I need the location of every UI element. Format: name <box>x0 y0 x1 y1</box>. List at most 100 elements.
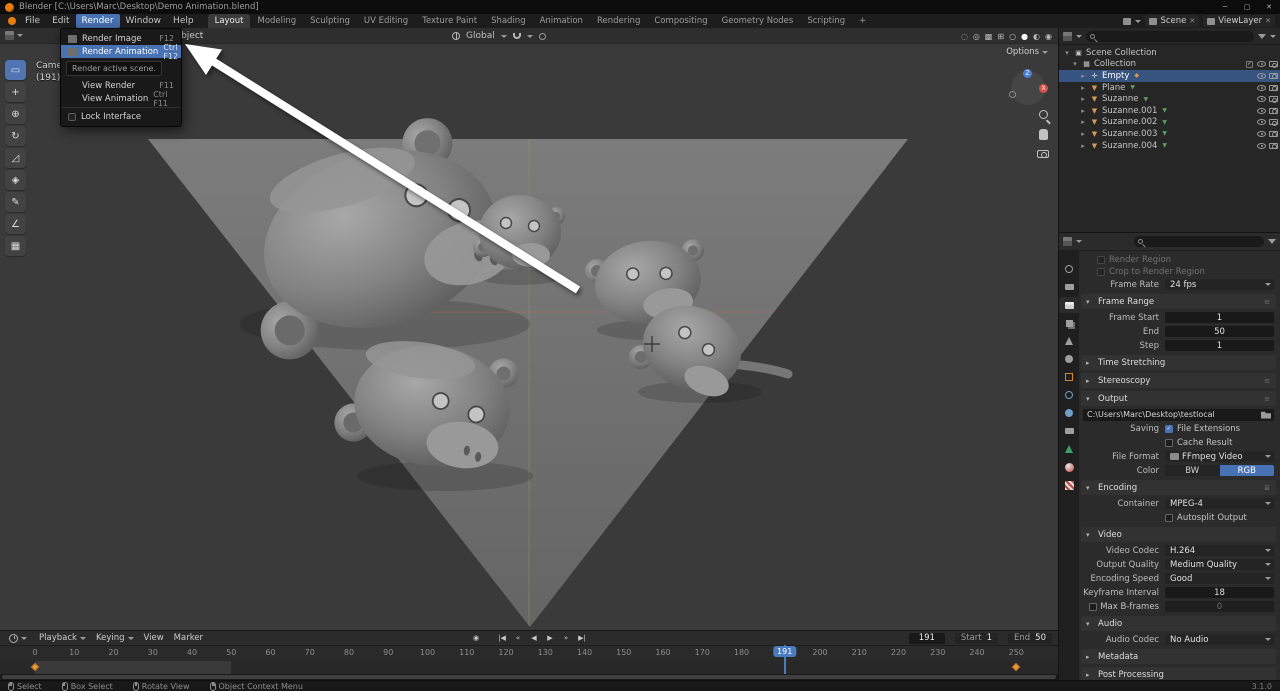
expand-caret-icon[interactable]: ▾ <box>1063 49 1071 57</box>
timeline-ruler-area[interactable]: 0 10 20 30 40 50 60 70 80 90 100 110 120 130 140 150 160… <box>0 645 1058 674</box>
proportional-editing-icon[interactable] <box>538 32 546 40</box>
playhead-frame-badge[interactable]: 191 <box>773 646 797 657</box>
field-keyframe-interval[interactable]: 18 <box>1165 587 1274 598</box>
outliner-object-suzanne-002[interactable]: ▸ ▼ Suzanne.002 ▼ <box>1059 117 1280 129</box>
properties-tab-scene[interactable] <box>1059 333 1079 349</box>
disable-in-render-icon[interactable] <box>1269 96 1278 103</box>
menu-item-lock-interface[interactable]: Lock Interface <box>61 110 181 123</box>
outliner-object-suzanne[interactable]: ▸ ▼ Suzanne ▼ <box>1059 93 1280 105</box>
workspace-tab-geometry-nodes[interactable]: Geometry Nodes <box>715 14 801 28</box>
properties-tab-output[interactable] <box>1059 297 1079 313</box>
collection-checkbox[interactable] <box>1246 60 1253 68</box>
blender-menu-icon[interactable] <box>4 15 19 27</box>
workspace-tab-layout[interactable]: Layout <box>207 14 251 28</box>
jump-to-end-button[interactable]: ▶| <box>576 632 588 644</box>
properties-tab-object[interactable] <box>1059 369 1079 385</box>
field-end[interactable]: 50 <box>1165 326 1274 337</box>
gizmo-x-axis[interactable]: X <box>1039 84 1048 93</box>
field-audio-codec[interactable]: No Audio <box>1165 634 1274 645</box>
menu-item-view-animation[interactable]: View Animation Ctrl F11 <box>61 90 181 108</box>
panel-header-video[interactable]: ▾ Video <box>1081 527 1276 542</box>
prev-keyframe-button[interactable]: « <box>512 632 524 644</box>
disable-in-render-icon[interactable] <box>1269 130 1278 138</box>
expand-caret-icon[interactable]: ▸ <box>1079 95 1087 103</box>
panel-header-time-stretching[interactable]: ▸ Time Stretching <box>1081 355 1276 370</box>
checkbox-autosplit-output[interactable] <box>1165 513 1173 522</box>
properties-tab-texture[interactable] <box>1059 477 1079 493</box>
current-frame-field[interactable]: 191 <box>908 632 945 644</box>
snap-magnet-icon[interactable] <box>512 33 521 39</box>
hide-in-viewport-icon[interactable] <box>1257 72 1266 79</box>
hide-in-viewport-icon[interactable] <box>1257 142 1266 149</box>
editor-type-selector[interactable] <box>5 31 23 40</box>
chevron-down-icon[interactable] <box>1076 240 1082 243</box>
checkbox-file-extensions[interactable]: ✓ <box>1165 424 1173 433</box>
options-dropdown[interactable]: Options <box>1006 47 1048 57</box>
workspace-add-button[interactable]: + <box>852 14 873 28</box>
shading-solid-icon[interactable]: ● <box>1021 32 1028 41</box>
properties-tab-material[interactable] <box>1059 459 1079 475</box>
tool-annotate-button[interactable]: ✎ <box>5 192 26 212</box>
outliner-object-plane[interactable]: ▸ ▼ Plane ▼ <box>1059 82 1280 94</box>
shading-material-icon[interactable]: ◐ <box>1033 32 1040 41</box>
outliner-object-empty[interactable]: ▸ ✛ Empty ◆ <box>1059 70 1280 82</box>
close-button[interactable]: ✕ <box>1258 0 1280 14</box>
viewport-3d[interactable]: Camera Perspective (191) ▭+⊕↻◿◈✎∠▦ Optio… <box>0 44 1058 630</box>
xray-icon[interactable]: ▩ <box>985 32 993 41</box>
gizmo-z-axis[interactable]: Z <box>1023 69 1032 78</box>
tool-add-cube-button[interactable]: ▦ <box>5 236 26 256</box>
panel-header-post-processing[interactable]: ▸ Post Processing <box>1081 667 1276 680</box>
keyframe-track[interactable] <box>0 661 1058 674</box>
workspace-tab-shading[interactable]: Shading <box>484 14 533 28</box>
properties-tab-modifiers[interactable] <box>1059 387 1079 403</box>
field-encoding-speed[interactable]: Good <box>1165 573 1274 584</box>
expand-caret-icon[interactable]: ▸ <box>1079 142 1087 150</box>
unlink-viewlayer-icon[interactable]: ✕ <box>1265 17 1271 25</box>
expand-caret-icon[interactable]: ▸ <box>1079 118 1087 126</box>
overlays-icon[interactable]: ◎ <box>973 32 980 41</box>
tool-cursor-button[interactable]: + <box>5 82 26 102</box>
play-reverse-button[interactable]: ◀ <box>528 632 540 644</box>
properties-search-input[interactable] <box>1134 236 1264 247</box>
viewport-3d-scene[interactable] <box>0 44 1058 630</box>
chevron-down-icon[interactable] <box>526 34 533 38</box>
expand-caret-icon[interactable]: ▾ <box>1071 60 1079 68</box>
timeline-editor-selector[interactable] <box>4 633 32 643</box>
tool-transform-button[interactable]: ◈ <box>5 170 26 190</box>
hide-in-viewport-icon[interactable] <box>1257 119 1266 126</box>
visibility-icon[interactable]: ◌ <box>961 32 968 41</box>
menu-window[interactable]: Window <box>120 14 168 28</box>
navigation-gizmo[interactable]: Z X <box>1009 69 1048 105</box>
properties-tab-constraints[interactable] <box>1059 423 1079 439</box>
preset-icon[interactable]: ≣ <box>1264 484 1271 492</box>
outliner-object-suzanne-004[interactable]: ▸ ▼ Suzanne.004 ▼ <box>1059 140 1280 152</box>
unlink-scene-icon[interactable]: ✕ <box>1189 17 1195 25</box>
disable-in-render-icon[interactable] <box>1269 72 1278 80</box>
panel-header-stereoscopy[interactable]: ▸ Stereoscopy ≡ <box>1081 373 1276 388</box>
filter-icon[interactable] <box>1258 33 1266 39</box>
menu-item-render-animation[interactable]: Render Animation Ctrl F12 <box>61 43 181 61</box>
frame-end-field[interactable]: End 50 <box>1008 632 1052 644</box>
disable-in-render-icon[interactable] <box>1269 61 1278 68</box>
workspace-tab-compositing[interactable]: Compositing <box>647 14 714 28</box>
properties-tab-render[interactable] <box>1059 279 1079 295</box>
menu-help[interactable]: Help <box>167 14 200 28</box>
shading-wireframe-icon[interactable]: ○ <box>1009 32 1016 41</box>
chevron-down-icon[interactable] <box>500 34 507 38</box>
keyframe-diamond[interactable] <box>1012 662 1021 672</box>
scrollbar-thumb[interactable] <box>2 675 1056 679</box>
auto-key-record-button[interactable]: ◉ <box>470 632 482 644</box>
panel-header-frame-range[interactable]: ▾ Frame Range ≡ <box>1081 294 1276 309</box>
outliner-search-input[interactable] <box>1086 30 1254 42</box>
properties-tab-tool[interactable] <box>1059 261 1079 277</box>
checkbox-max-b-frames[interactable] <box>1089 602 1098 611</box>
timeline-menu-view[interactable]: View <box>139 633 169 643</box>
outliner-scene-collection[interactable]: ▾ ▣ Scene Collection <box>1059 47 1280 59</box>
hide-in-viewport-icon[interactable] <box>1257 61 1266 68</box>
panel-header-output[interactable]: ▾ Output ≡ <box>1081 391 1276 406</box>
menu-render[interactable]: Render <box>75 14 120 28</box>
maximize-button[interactable]: ▢ <box>1236 0 1258 14</box>
timeline-menu-playback[interactable]: Playback <box>34 633 91 643</box>
workspace-tab-animation[interactable]: Animation <box>533 14 590 28</box>
chevron-down-icon[interactable] <box>1135 19 1142 23</box>
